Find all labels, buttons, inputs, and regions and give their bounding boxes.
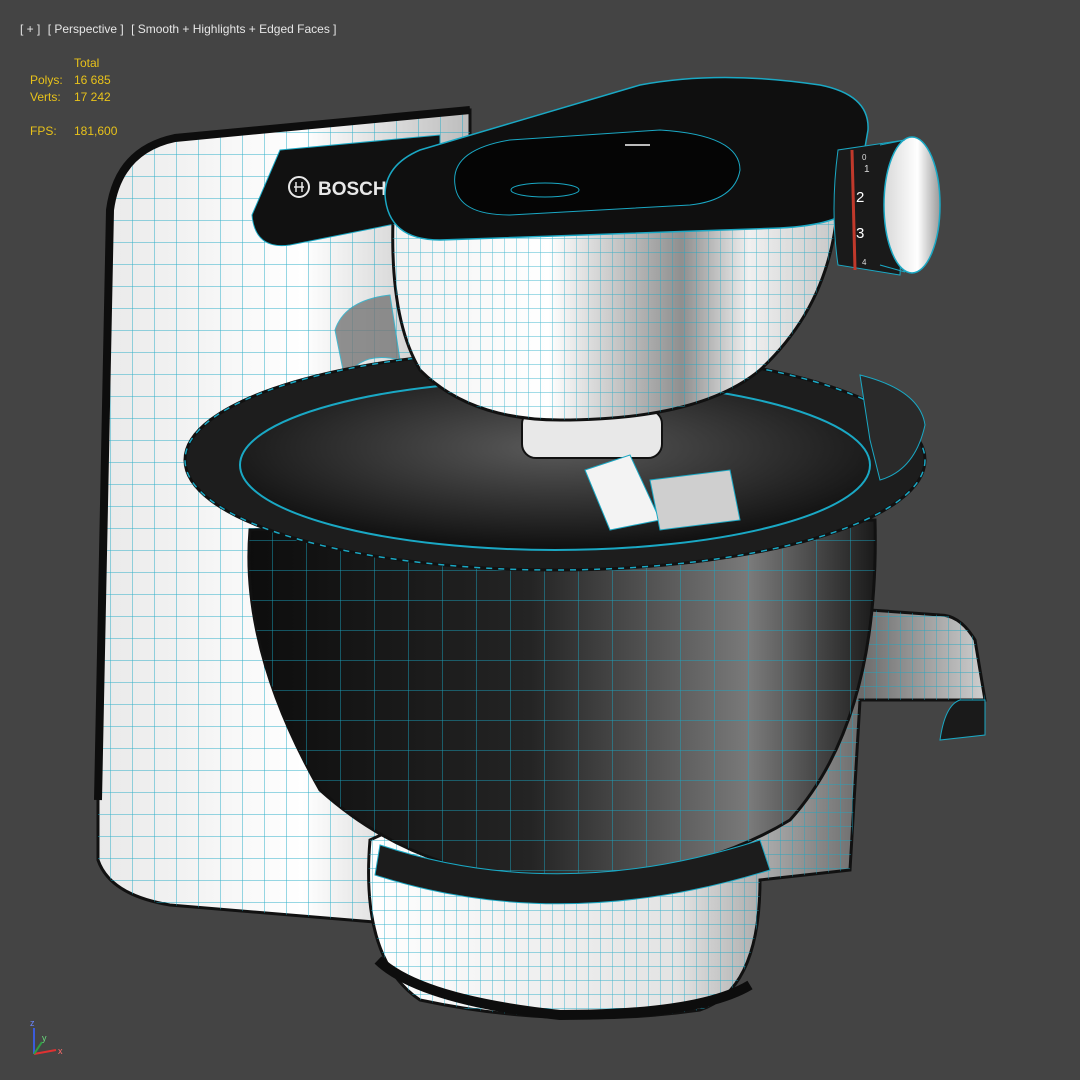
viewport-menu-button[interactable]: [ + ]: [20, 22, 40, 36]
speed-knob[interactable]: [883, 136, 941, 274]
brand-logo: BOSCH: [318, 179, 387, 200]
dial-mark-1: 1: [864, 164, 870, 175]
dial-mark-0: 0: [862, 153, 867, 162]
dial-mark-2: 2: [856, 189, 864, 206]
y-axis-label: y: [42, 1033, 47, 1043]
polys-label: Polys:: [30, 73, 63, 87]
dial-mark-3: 3: [856, 225, 864, 242]
axis-gizmo-icon: z x y: [30, 1018, 63, 1056]
x-axis-label: x: [58, 1046, 63, 1056]
fps-label: FPS:: [30, 124, 57, 138]
viewport[interactable]: BOSCH 0 1 2 3 4 [+] [Perspective] […: [0, 0, 1080, 1080]
polys-value: 16 685: [74, 73, 111, 87]
mixer-model[interactable]: BOSCH 0 1 2 3 4: [0, 0, 1080, 1080]
view-mode-label[interactable]: [ Perspective ]: [48, 22, 124, 36]
verts-label: Verts:: [30, 90, 61, 104]
viewport-label[interactable]: [ + ] [ Perspective ] [ Smooth + Highlig…: [20, 22, 341, 36]
fps-value: 181,600: [74, 124, 118, 138]
verts-value: 17 242: [74, 90, 111, 104]
speed-dial[interactable]: 0 1 2 3 4: [833, 136, 941, 276]
dial-mark-4: 4: [862, 258, 867, 267]
z-axis-label: z: [30, 1018, 35, 1028]
shading-mode-label[interactable]: [ Smooth + Highlights + Edged Faces ]: [131, 22, 336, 36]
stats-header: Total: [74, 56, 100, 70]
